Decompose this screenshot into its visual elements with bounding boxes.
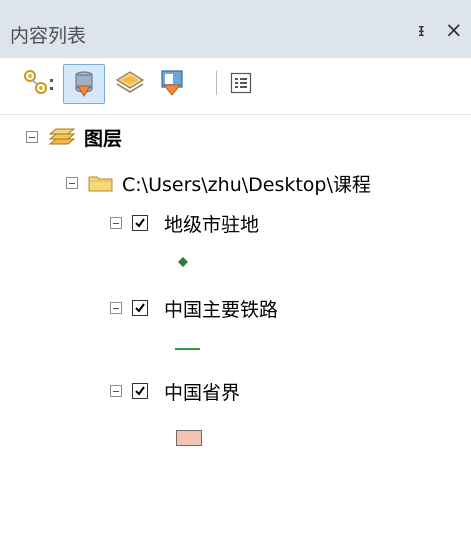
list-by-selection-button[interactable] — [152, 64, 192, 102]
point-symbol-icon — [178, 257, 188, 267]
checkmark-icon — [135, 218, 145, 228]
options-icon — [230, 72, 252, 94]
line-symbol-icon — [175, 348, 200, 350]
tree-item-layers-root[interactable]: 图层 — [26, 119, 122, 155]
layer-visibility-checkbox[interactable] — [132, 215, 148, 231]
list-by-drawing-order-icon — [24, 70, 53, 94]
collapse-icon[interactable] — [26, 131, 38, 143]
list-by-selection-icon — [161, 70, 183, 96]
layer-visibility-checkbox[interactable] — [132, 383, 148, 399]
layer-tree: 图层 C:\Users\zhu\Desktop\课程 地级市驻地 中国主要铁路 … — [0, 115, 471, 557]
layer-label: 中国主要铁路 — [164, 298, 279, 321]
close-icon[interactable]: × — [445, 18, 463, 42]
list-by-visibility-icon — [115, 71, 145, 93]
layer-label: 地级市驻地 — [164, 213, 260, 236]
tree-item-layer[interactable]: 地级市驻地 — [110, 205, 259, 241]
panel-title: 内容列表 — [10, 25, 87, 47]
collapse-icon[interactable] — [110, 217, 122, 229]
folder-path-label: C:\Users\zhu\Desktop\课程 — [122, 173, 371, 196]
folder-icon — [88, 176, 113, 192]
tree-item-layer[interactable]: 中国省界 — [110, 373, 240, 409]
layer-label: 中国省界 — [164, 381, 241, 404]
list-by-source-button[interactable] — [63, 64, 105, 104]
pin-icon[interactable]: ᵻ — [418, 20, 425, 41]
options-button[interactable] — [224, 64, 258, 102]
tree-item-folder[interactable]: C:\Users\zhu\Desktop\课程 — [66, 165, 371, 201]
collapse-icon[interactable] — [110, 302, 122, 314]
tree-root-label: 图层 — [84, 127, 123, 150]
table-of-contents-panel: 内容列表 ᵻ × 图层 C:\Users\zhu\Desktop\课程 地级市驻… — [0, 0, 471, 557]
checkmark-icon — [135, 303, 145, 313]
collapse-icon[interactable] — [110, 385, 122, 397]
list-by-drawing-order-button[interactable] — [20, 64, 60, 102]
toolbar — [0, 58, 471, 115]
polygon-symbol-icon — [176, 430, 202, 446]
checkmark-icon — [135, 386, 145, 396]
list-by-visibility-button[interactable] — [110, 64, 150, 102]
layers-icon — [48, 128, 76, 145]
tree-item-layer[interactable]: 中国主要铁路 — [110, 290, 278, 326]
collapse-icon[interactable] — [66, 177, 78, 189]
layer-visibility-checkbox[interactable] — [132, 300, 148, 316]
toolbar-separator — [216, 71, 217, 95]
list-by-source-icon — [75, 71, 93, 97]
title-bar: 内容列表 ᵻ × — [0, 0, 471, 58]
